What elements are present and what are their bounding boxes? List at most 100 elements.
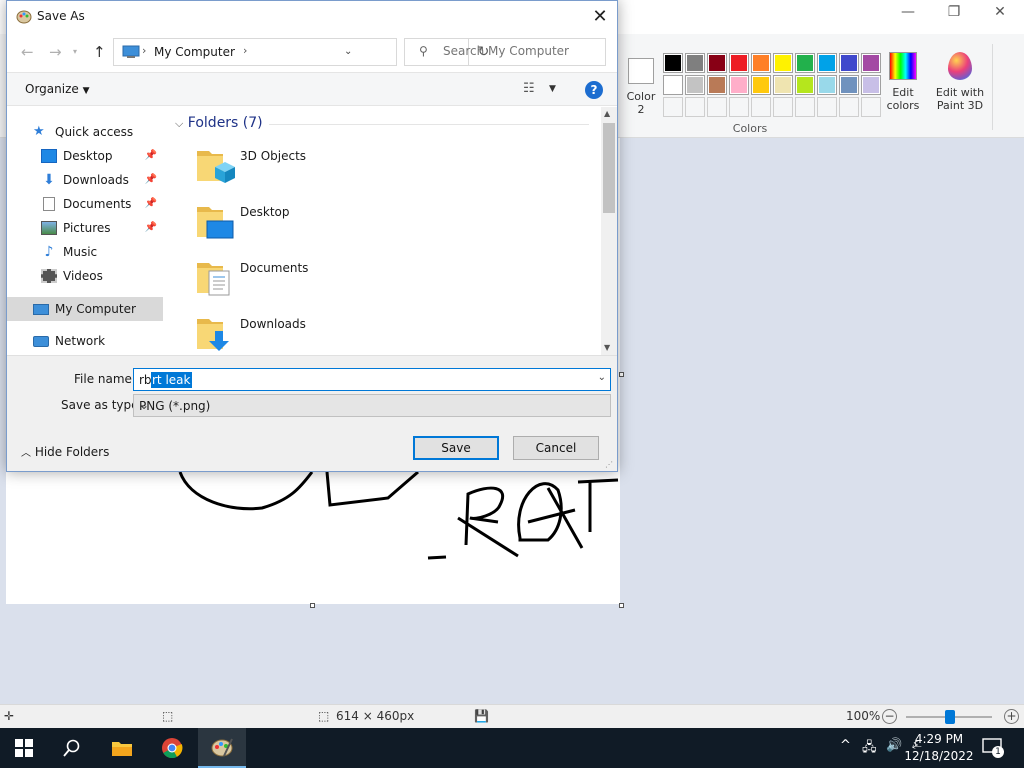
start-button[interactable] xyxy=(0,728,48,768)
nav-item-documents[interactable]: Documents 📌 xyxy=(7,192,163,216)
color-swatch[interactable] xyxy=(663,75,683,95)
organize-button[interactable]: Organize ▼ xyxy=(25,82,90,96)
chrome-taskbar-button[interactable] xyxy=(148,728,196,768)
color-swatch[interactable] xyxy=(729,75,749,95)
address-dropdown-icon[interactable]: ⌄ xyxy=(344,46,352,57)
custom-color-slot[interactable] xyxy=(729,97,749,117)
nav-item-pictures[interactable]: Pictures 📌 xyxy=(7,216,163,240)
file-explorer-taskbar-button[interactable] xyxy=(98,728,146,768)
custom-color-slot[interactable] xyxy=(707,97,727,117)
color-swatch[interactable] xyxy=(795,53,815,73)
resize-handle-right[interactable] xyxy=(619,372,624,377)
recent-locations-icon[interactable]: ▾ xyxy=(73,47,77,56)
color-swatch[interactable] xyxy=(751,75,771,95)
resize-handle-bottom[interactable] xyxy=(310,603,315,608)
color-swatch[interactable] xyxy=(707,53,727,73)
address-bar[interactable]: › My Computer › ⌄ ↻ xyxy=(113,38,489,66)
resize-handle-corner[interactable] xyxy=(619,603,624,608)
search-icon xyxy=(63,739,80,757)
nav-quick-access[interactable]: ★ Quick access xyxy=(7,120,163,144)
custom-color-slot[interactable] xyxy=(685,97,705,117)
content-scrollbar[interactable]: ▲ ▼ xyxy=(601,107,617,355)
zoom-slider-thumb[interactable] xyxy=(945,710,955,724)
paint-close-button[interactable]: ✕ xyxy=(977,0,1023,24)
custom-color-slot[interactable] xyxy=(861,97,881,117)
folder-documents[interactable]: Documents xyxy=(193,257,413,307)
forward-arrow-icon[interactable]: → xyxy=(49,43,62,61)
color-swatch[interactable] xyxy=(751,53,771,73)
file-name-input[interactable]: rb rt leak ⌄ xyxy=(133,368,611,391)
scroll-up-icon[interactable]: ▲ xyxy=(604,109,610,118)
scroll-down-icon[interactable]: ▼ xyxy=(604,343,610,352)
color2-label: Color 2 xyxy=(622,90,660,116)
volume-icon[interactable]: 🔊 xyxy=(886,738,902,753)
custom-color-slot[interactable] xyxy=(663,97,683,117)
color-swatch[interactable] xyxy=(861,53,881,73)
cancel-button[interactable]: Cancel xyxy=(513,436,599,460)
search-taskbar-button[interactable] xyxy=(48,728,96,768)
nav-item-my-computer[interactable]: My Computer xyxy=(7,297,163,321)
color-swatch[interactable] xyxy=(729,53,749,73)
color-swatch[interactable] xyxy=(839,53,859,73)
folder-name: Downloads xyxy=(240,317,306,331)
color-swatch[interactable] xyxy=(707,75,727,95)
pin-icon[interactable]: 📌 xyxy=(145,198,157,209)
pin-icon[interactable]: 📌 xyxy=(145,150,157,161)
resize-grip-icon[interactable]: ⋰ xyxy=(605,460,613,469)
network-tray-icon[interactable]: 🖧 xyxy=(862,738,877,760)
breadcrumb-chevron-icon[interactable]: › xyxy=(243,44,247,57)
view-options-icon[interactable]: ☷ xyxy=(523,81,535,96)
nav-item-desktop[interactable]: Desktop 📌 xyxy=(7,144,163,168)
color-swatch[interactable] xyxy=(773,75,793,95)
scrollbar-thumb[interactable] xyxy=(603,123,615,213)
edit-with-paint3d-button[interactable]: Edit with Paint 3D xyxy=(932,50,988,112)
nav-item-network[interactable]: Network xyxy=(7,329,163,353)
custom-color-slot[interactable] xyxy=(751,97,771,117)
notifications-button[interactable]: 1 xyxy=(982,738,1004,758)
edit-colors-button[interactable]: Edit colors xyxy=(884,50,922,112)
folder-name: Desktop xyxy=(240,205,290,219)
file-name-dropdown-icon[interactable]: ⌄ xyxy=(598,372,606,383)
color-swatch[interactable] xyxy=(817,53,837,73)
color-swatch[interactable] xyxy=(685,53,705,73)
paint-taskbar-button[interactable] xyxy=(198,728,246,768)
folder-3d-objects[interactable]: 3D Objects xyxy=(193,145,413,195)
clock[interactable]: 4:29 PM 12/18/2022 xyxy=(904,731,974,765)
color2-swatch[interactable] xyxy=(628,58,654,84)
pin-icon[interactable]: 📌 xyxy=(145,222,157,233)
custom-color-slot[interactable] xyxy=(839,97,859,117)
nav-item-downloads[interactable]: ⬇ Downloads 📌 xyxy=(7,168,163,192)
view-dropdown-icon[interactable]: ▼ xyxy=(549,84,556,94)
pin-icon[interactable]: 📌 xyxy=(145,174,157,185)
folder-desktop[interactable]: Desktop xyxy=(193,201,413,251)
zoom-out-button[interactable]: − xyxy=(882,709,897,724)
help-icon[interactable]: ? xyxy=(585,81,603,99)
color-swatch[interactable] xyxy=(663,53,683,73)
nav-item-videos[interactable]: Videos xyxy=(7,264,163,288)
custom-color-slot[interactable] xyxy=(795,97,815,117)
hide-folders-button[interactable]: ︿ Hide Folders xyxy=(21,444,109,459)
restore-button[interactable]: ❐ xyxy=(931,0,977,24)
back-arrow-icon[interactable]: ← xyxy=(21,43,34,61)
color-swatch[interactable] xyxy=(817,75,837,95)
custom-color-slot[interactable] xyxy=(773,97,793,117)
zoom-in-button[interactable]: + xyxy=(1004,709,1019,724)
color-swatch[interactable] xyxy=(839,75,859,95)
nav-label: Desktop xyxy=(63,149,113,163)
folder-downloads[interactable]: Downloads xyxy=(193,313,413,355)
search-box[interactable]: ⚲ xyxy=(404,38,606,66)
save-type-select[interactable]: PNG (*.png) ⌄ xyxy=(133,394,611,417)
up-arrow-icon[interactable]: ↑ xyxy=(93,43,106,61)
nav-item-music[interactable]: ♪ Music xyxy=(7,240,163,264)
color-swatch[interactable] xyxy=(685,75,705,95)
save-button[interactable]: Save xyxy=(413,436,499,460)
dialog-close-button[interactable]: ✕ xyxy=(583,1,617,31)
custom-color-slot[interactable] xyxy=(817,97,837,117)
folders-group-header[interactable]: ⌵ Folders (7) xyxy=(175,115,263,131)
color-swatch[interactable] xyxy=(773,53,793,73)
search-input[interactable] xyxy=(443,44,593,58)
color-swatch[interactable] xyxy=(861,75,881,95)
minimize-button[interactable]: — xyxy=(885,0,931,24)
color-swatch[interactable] xyxy=(795,75,815,95)
show-hidden-icons-icon[interactable]: ^ xyxy=(840,738,851,753)
